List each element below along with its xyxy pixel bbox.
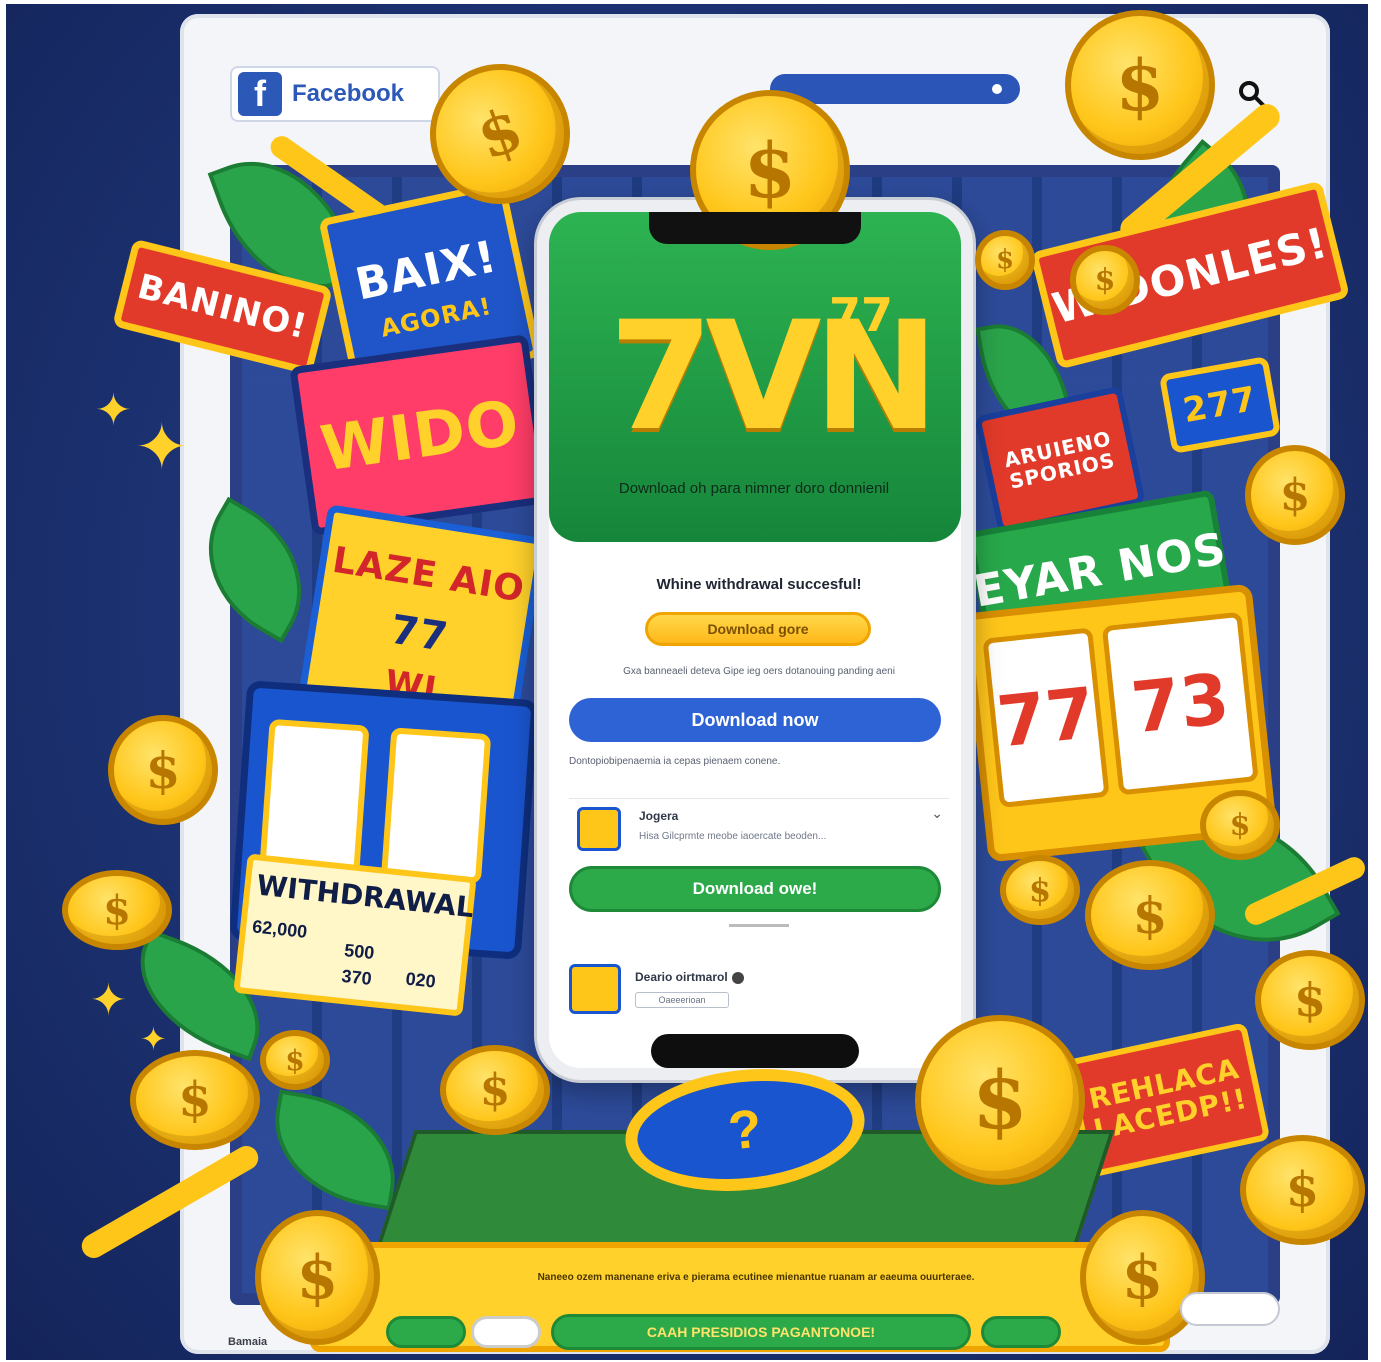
withdrawal-title: WITHDRAWAL xyxy=(254,868,476,925)
app-thumbnail xyxy=(569,964,621,1014)
dollar-coin-icon: $ xyxy=(1065,10,1215,160)
phone-home-bar xyxy=(651,1034,859,1068)
banner-laze-row2: 77 xyxy=(387,606,452,661)
dollar-coin-icon: $ xyxy=(1240,1135,1365,1245)
footer-banner: Naneeo ozem manenane eriva e pierama ecu… xyxy=(310,1242,1170,1352)
app-card-deario[interactable]: Deario oirtmarol Oaeeerioan xyxy=(569,960,949,1020)
app-card-title-text: Deario oirtmarol xyxy=(635,970,728,984)
footer-pill[interactable] xyxy=(981,1316,1061,1348)
app-card-title: Deario oirtmarol xyxy=(635,970,744,984)
sparkle-icon: ✦ xyxy=(140,1021,167,1057)
dollar-coin-icon: $ xyxy=(915,1015,1085,1185)
bottom-right-input[interactable] xyxy=(1180,1292,1280,1326)
sparkle-icon: ✦ xyxy=(95,386,132,435)
app-card-pill[interactable]: Oaeeerioan xyxy=(635,992,729,1008)
withdrawal-headline: Whine withdrawal succesful! xyxy=(656,576,862,593)
app-card-subtitle: Hisa Gilcprmte meobe iaoercate beoden... xyxy=(639,831,827,842)
app-logo-superscript: 77 xyxy=(829,288,894,342)
dollar-coin-icon: $ xyxy=(260,1030,330,1090)
footer-pill[interactable] xyxy=(386,1316,466,1348)
dollar-coin-icon: $ xyxy=(1255,950,1365,1050)
app-thumbnail xyxy=(577,807,621,851)
footer-fine-text: Naneeo ozem manenane eriva e pierama ecu… xyxy=(537,1272,975,1283)
fine-print-2: Dontopiobipenaemia ia cepas pienaem cone… xyxy=(569,756,781,767)
bottom-left-label: Bamaia xyxy=(228,1336,268,1348)
dollar-coin-icon: $ xyxy=(1080,1210,1205,1345)
hero-caption: Download oh para nimner doro donnienil xyxy=(618,480,890,497)
dollar-coin-icon: $ xyxy=(1070,245,1140,315)
dollar-coin-icon: $ xyxy=(1000,855,1080,925)
slot-reel-right-2: 73 xyxy=(1101,611,1259,796)
dollar-coin-icon: $ xyxy=(255,1210,380,1345)
download-gore-button[interactable]: Download gore xyxy=(645,612,871,646)
banner-laze-row1: LAZE AIO xyxy=(329,539,528,611)
banner-wido: WIDO xyxy=(289,334,551,536)
withdrawal-panel: WITHDRAWAL 62,000 500 370 020 xyxy=(233,853,477,1017)
dollar-coin-icon: $ xyxy=(130,1050,260,1150)
footer-white-pill[interactable] xyxy=(471,1316,541,1348)
slot-reel-right-1: 77 xyxy=(982,627,1110,808)
app-hero: 7VN 77 Download oh para nimner doro donn… xyxy=(549,212,961,542)
facebook-wordmark: Facebook xyxy=(292,80,405,107)
phone-mockup: 7VN 77 Download oh para nimner doro donn… xyxy=(537,200,973,1080)
withdrawal-value: 370 xyxy=(340,965,373,989)
withdrawal-value: 62,000 xyxy=(251,916,309,942)
slot-reel xyxy=(259,718,370,876)
dollar-coin-icon: $ xyxy=(1085,860,1215,970)
search-bar-dot xyxy=(992,84,1002,94)
phone-notch xyxy=(649,212,861,244)
withdrawal-value: 020 xyxy=(404,968,437,992)
fine-print: Gxa banneaeli deteva Gipe ieg oers dotan… xyxy=(623,666,895,677)
dollar-coin-icon: $ xyxy=(62,870,172,950)
dollar-coin-icon: $ xyxy=(1245,445,1345,545)
chevron-down-icon[interactable]: ⌄ xyxy=(931,805,943,822)
facebook-logo[interactable]: f Facebook xyxy=(230,66,440,122)
sparkle-icon: ✦ xyxy=(135,411,189,483)
download-now-button[interactable]: Download now xyxy=(569,698,941,742)
dollar-coin-icon: $ xyxy=(108,715,218,825)
footer-cta-button[interactable]: CAAH PRESIDIOS PAGANTONOE! xyxy=(551,1314,971,1350)
dollar-coin-icon: $ xyxy=(975,230,1035,290)
sparkle-icon: ✦ xyxy=(90,976,127,1025)
dollar-coin-icon: $ xyxy=(440,1045,550,1135)
facebook-f-icon: f xyxy=(238,72,282,116)
withdrawal-value: 500 xyxy=(343,940,376,964)
dollar-coin-icon: $ xyxy=(1200,790,1280,860)
slot-reel xyxy=(381,727,492,884)
app-card-title: Jogera xyxy=(639,809,679,823)
divider xyxy=(729,924,789,927)
download-owe-button[interactable]: Download owe! xyxy=(569,866,941,912)
verified-icon xyxy=(731,971,744,984)
app-card-jogera[interactable]: Jogera Hisa Gilcprmte meobe iaoercate be… xyxy=(569,798,949,851)
